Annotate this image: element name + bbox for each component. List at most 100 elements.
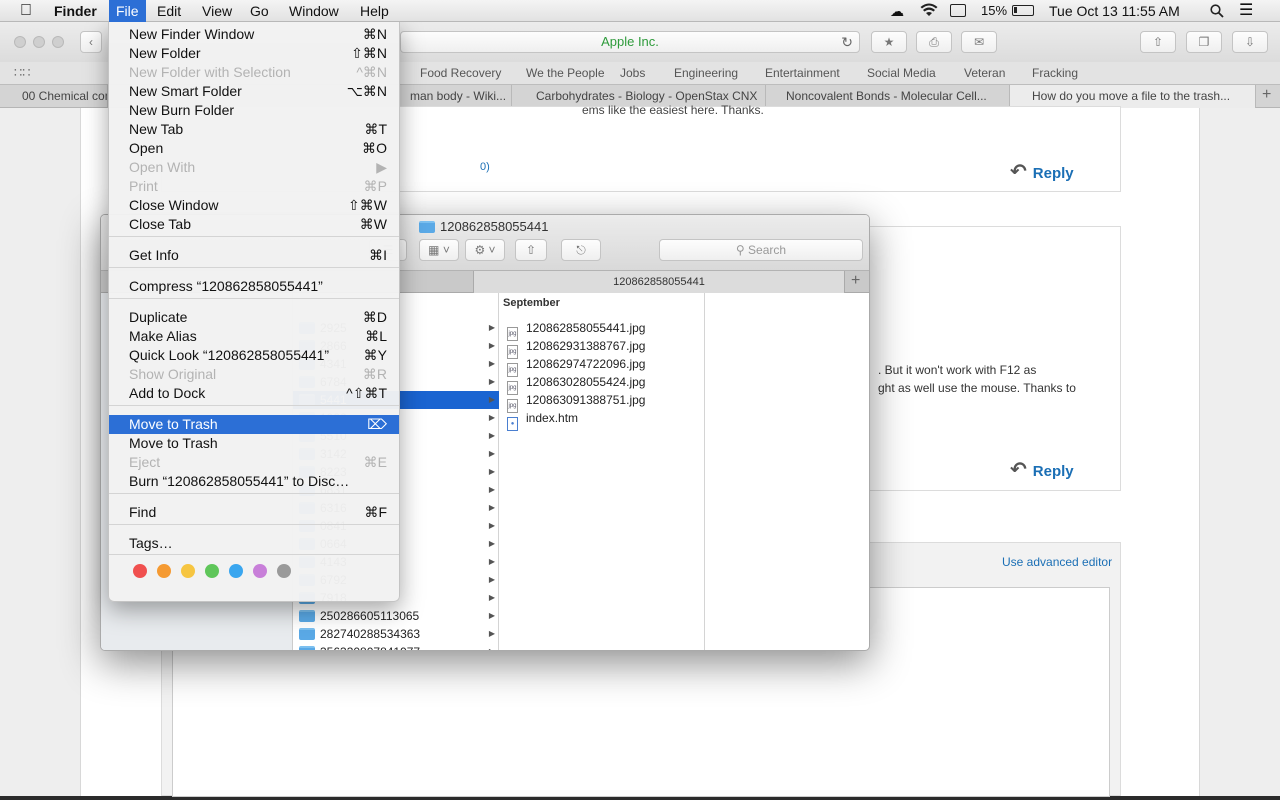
menubar-file[interactable]: File: [109, 0, 146, 22]
favorite-item[interactable]: Engineering: [674, 66, 738, 80]
grid-icon[interactable]: ∷∷: [14, 65, 31, 81]
browser-tab[interactable]: 00 Chemical com: [12, 85, 108, 108]
arrange-button[interactable]: ▦ ˅: [419, 239, 459, 261]
menu-shortcut: ⌘T: [364, 121, 387, 137]
wifi-icon[interactable]: [920, 3, 938, 18]
menubar-go[interactable]: Go: [250, 0, 269, 22]
spotlight-search-icon[interactable]: [1210, 4, 1224, 18]
menu-shortcut: ⌘Y: [363, 347, 387, 363]
menu-separator: [109, 236, 399, 237]
menu-item[interactable]: Get Info ⌘I: [109, 246, 399, 265]
menubar-view[interactable]: View: [202, 0, 232, 22]
tag-color-dot[interactable]: [205, 564, 219, 578]
favorite-item[interactable]: Jobs: [620, 66, 645, 80]
advanced-editor-link[interactable]: Use advanced editor: [1002, 555, 1112, 569]
html-file-icon: ●: [507, 417, 518, 431]
menubar-help[interactable]: Help: [360, 0, 389, 22]
reply-label: Reply: [1032, 463, 1074, 480]
favorite-item[interactable]: Veteran: [964, 66, 1005, 80]
reply-button[interactable]: ↶ Reply: [1010, 159, 1074, 184]
address-bar[interactable]: Apple Inc. ↻: [400, 31, 860, 53]
minimize-window-button[interactable]: [33, 36, 45, 48]
menu-item[interactable]: Close Window ⇧⌘W: [109, 196, 399, 215]
file-row[interactable]: jpg 120862858055441.jpg: [499, 319, 705, 341]
tag-color-dot[interactable]: [229, 564, 243, 578]
link-fragment[interactable]: 0): [480, 161, 490, 173]
apple-icon[interactable]: : [20, 0, 32, 22]
bookmark-icon[interactable]: ★: [871, 31, 907, 53]
folder-row[interactable]: 282740288534363 ▶: [293, 625, 499, 643]
tag-color-dot[interactable]: [277, 564, 291, 578]
keyboard-icon[interactable]: [950, 4, 966, 17]
browser-tab-active[interactable]: How do you move a file to the trash...: [1010, 85, 1256, 108]
menu-shortcut: ⌘W: [359, 216, 387, 232]
tag-color-dot[interactable]: [181, 564, 195, 578]
menubar-edit[interactable]: Edit: [157, 0, 181, 22]
finder-column-preview: [705, 293, 869, 650]
file-row[interactable]: jpg 120863091388751.jpg: [499, 391, 705, 413]
menu-item[interactable]: New Folder ⇧⌘N: [109, 44, 399, 63]
menubar-app-finder[interactable]: Finder: [54, 0, 97, 22]
menu-item[interactable]: Quick Look “120862858055441” ⌘Y: [109, 346, 399, 365]
back-button[interactable]: ‹: [80, 31, 102, 53]
reload-icon[interactable]: ↻: [841, 32, 853, 52]
menu-item[interactable]: New Finder Window ⌘N: [109, 25, 399, 44]
menubar-window[interactable]: Window: [289, 0, 339, 22]
menu-item[interactable]: Find ⌘F: [109, 503, 399, 522]
favorite-item[interactable]: Fracking: [1032, 66, 1078, 80]
new-tab-icon[interactable]: +: [851, 272, 860, 290]
browser-tab[interactable]: man body - Wiki...: [400, 85, 512, 108]
menu-item[interactable]: Close Tab ⌘W: [109, 215, 399, 234]
clock[interactable]: Tue Oct 13 11:55 AM: [1049, 0, 1180, 22]
tag-icon[interactable]: ⎋: [561, 239, 601, 261]
tag-color-dot[interactable]: [253, 564, 267, 578]
file-name: 120863091388751.jpg: [526, 393, 646, 407]
folder-row[interactable]: 250286605113065 ▶: [293, 607, 499, 625]
downloads-icon[interactable]: ⇩: [1232, 31, 1268, 53]
share-icon[interactable]: ⇧: [515, 239, 547, 261]
menu-item[interactable]: New Smart Folder ⌥⌘N: [109, 82, 399, 101]
show-all-tabs-icon[interactable]: ❐: [1186, 31, 1222, 53]
file-row[interactable]: ● index.htm: [499, 409, 705, 431]
battery-icon[interactable]: [1012, 5, 1034, 16]
print-icon[interactable]: ⎙: [916, 31, 952, 53]
browser-tab[interactable]: Noncovalent Bonds - Molecular Cell...: [766, 85, 1010, 108]
tag-color-dot[interactable]: [157, 564, 171, 578]
menu-item[interactable]: Make Alias ⌘L: [109, 327, 399, 346]
close-window-button[interactable]: [14, 36, 26, 48]
favorite-item[interactable]: Social Media: [867, 66, 936, 80]
menu-item[interactable]: Burn “120862858055441” to Disc…: [109, 472, 399, 491]
menu-item[interactable]: New Burn Folder: [109, 101, 399, 120]
finder-search-field[interactable]: ⚲ Search: [659, 239, 863, 261]
favorite-item[interactable]: Entertainment: [765, 66, 840, 80]
menu-item-label: Close Window: [129, 197, 219, 213]
zoom-window-button[interactable]: [52, 36, 64, 48]
mail-icon[interactable]: ✉: [961, 31, 997, 53]
menu-item[interactable]: Tags…: [109, 534, 399, 553]
folder-row[interactable]: 356330807841977 ▶: [293, 643, 499, 650]
cloud-status-icon[interactable]: ☁: [890, 0, 904, 22]
menu-item[interactable]: Move to Trash: [109, 434, 399, 453]
file-row[interactable]: jpg 120863028055424.jpg: [499, 373, 705, 395]
reply-label: Reply: [1032, 165, 1074, 182]
file-row[interactable]: jpg 120862974722096.jpg: [499, 355, 705, 377]
address-text: Apple Inc.: [601, 34, 659, 49]
tag-color-dot[interactable]: [133, 564, 147, 578]
menu-item[interactable]: Compress “120862858055441”: [109, 277, 399, 296]
battery-percent[interactable]: 15%: [981, 0, 1007, 22]
menu-item[interactable]: New Tab ⌘T: [109, 120, 399, 139]
file-row[interactable]: jpg 120862931388767.jpg: [499, 337, 705, 359]
reply-button[interactable]: ↶ Reply: [1010, 457, 1074, 482]
menu-item[interactable]: Move to Trash ⌦: [109, 415, 399, 434]
notification-center-icon[interactable]: ☰: [1239, 0, 1253, 22]
favorite-item[interactable]: We the People: [526, 66, 605, 80]
finder-tab[interactable]: 120862858055441: [473, 271, 845, 293]
menu-item[interactable]: Open ⌘O: [109, 139, 399, 158]
favorite-item[interactable]: Food Recovery: [420, 66, 501, 80]
gear-icon[interactable]: ⚙ ˅: [465, 239, 505, 261]
menu-item[interactable]: Add to Dock ^⇧⌘T: [109, 384, 399, 403]
share-icon[interactable]: ⇧: [1140, 31, 1176, 53]
menu-item[interactable]: Duplicate ⌘D: [109, 308, 399, 327]
new-tab-icon[interactable]: +: [1262, 86, 1271, 104]
menu-item: New Folder with Selection ^⌘N: [109, 63, 399, 82]
